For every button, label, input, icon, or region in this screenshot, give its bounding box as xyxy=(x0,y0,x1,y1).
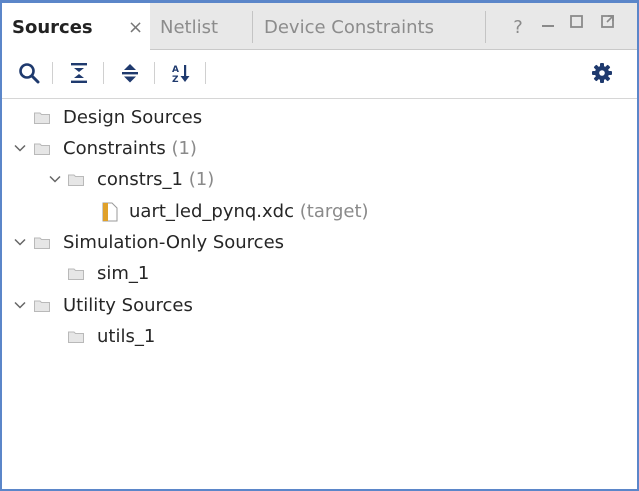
tree-item-label: Constraints (1) xyxy=(63,138,197,159)
float-icon[interactable] xyxy=(597,3,619,49)
tree-item-label: Simulation-Only Sources xyxy=(63,232,285,253)
tree-item-label: utils_1 xyxy=(97,326,156,347)
tab-device-constraints[interactable]: Device Constraints xyxy=(264,3,434,49)
tree-item-label: sim_1 xyxy=(97,263,150,284)
tab-bar: Sources × Netlist Device Constraints ? xyxy=(2,3,637,50)
gear-icon[interactable] xyxy=(589,60,615,86)
toolbar: AZ xyxy=(2,50,637,99)
folder-icon xyxy=(68,174,84,186)
help-icon[interactable]: ? xyxy=(507,3,529,49)
chevron-down-icon[interactable] xyxy=(13,141,27,155)
chevron-down-icon[interactable] xyxy=(13,235,27,249)
folder-icon xyxy=(68,331,84,343)
tab-netlist-label: Netlist xyxy=(160,17,219,38)
search-icon[interactable] xyxy=(16,60,42,86)
tab-netlist[interactable]: Netlist xyxy=(160,3,218,49)
constraints-file-icon xyxy=(102,202,118,222)
sort-icon[interactable]: AZ xyxy=(168,60,194,86)
tree-item-constrs-1[interactable]: constrs_1 (1) xyxy=(2,165,637,195)
tree-item-design-sources[interactable]: Design Sources xyxy=(2,103,637,133)
item-count: (1) xyxy=(188,169,215,190)
toolbar-divider xyxy=(52,62,53,84)
folder-icon xyxy=(34,300,50,312)
item-count: (1) xyxy=(171,138,197,159)
tree-item-label: uart_led_pynq.xdc (target) xyxy=(129,201,369,222)
chevron-down-icon[interactable] xyxy=(48,172,62,186)
tree-item-label: Utility Sources xyxy=(63,295,193,316)
tab-divider xyxy=(485,11,486,43)
maximize-icon[interactable] xyxy=(566,3,588,49)
folder-icon xyxy=(34,143,50,155)
tree-item-simulation-sources[interactable]: Simulation-Only Sources xyxy=(2,228,637,258)
folder-icon xyxy=(34,237,50,249)
svg-text:A: A xyxy=(172,65,179,75)
folder-icon xyxy=(34,112,50,124)
tree-item-utils-1[interactable]: utils_1 xyxy=(2,322,637,352)
tree-item-label: Design Sources xyxy=(63,107,203,128)
target-tag: (target) xyxy=(299,201,369,222)
tree-item-utility-sources[interactable]: Utility Sources xyxy=(2,291,637,321)
tree-item-constraints[interactable]: Constraints (1) xyxy=(2,134,637,164)
tab-sources-label: Sources xyxy=(12,17,93,38)
tree-item-sim-1[interactable]: sim_1 xyxy=(2,259,637,289)
chevron-down-icon[interactable] xyxy=(13,298,27,312)
tree-item-xdc-file[interactable]: uart_led_pynq.xdc (target) xyxy=(2,197,637,227)
collapse-all-icon[interactable] xyxy=(66,60,92,86)
tab-divider xyxy=(252,11,253,43)
sources-panel: Sources × Netlist Device Constraints ? A… xyxy=(0,0,639,491)
minimize-icon[interactable] xyxy=(537,3,559,49)
svg-text:Z: Z xyxy=(172,75,179,84)
toolbar-divider xyxy=(154,62,155,84)
toolbar-divider xyxy=(103,62,104,84)
tab-sources-close-icon[interactable]: × xyxy=(128,3,143,49)
tab-device-constraints-label: Device Constraints xyxy=(264,17,434,38)
tree-item-label: constrs_1 (1) xyxy=(97,169,215,190)
folder-icon xyxy=(68,268,84,280)
toolbar-divider xyxy=(205,62,206,84)
expand-all-icon[interactable] xyxy=(117,60,143,86)
